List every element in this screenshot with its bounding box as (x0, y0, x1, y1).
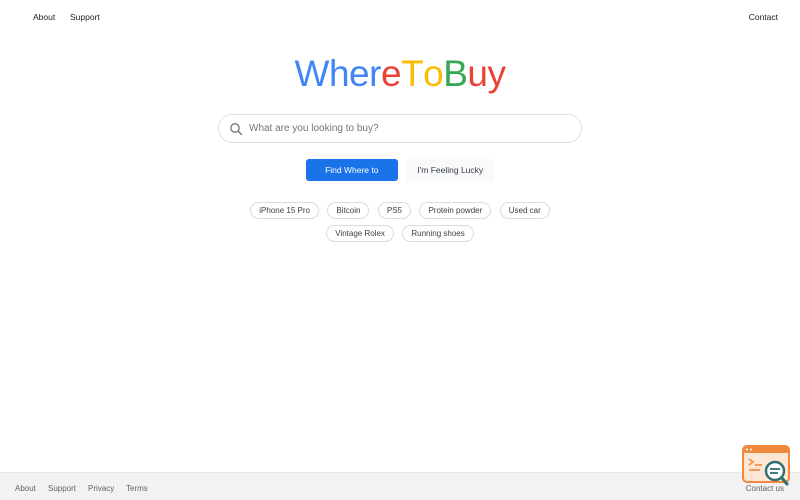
suggestion-chip[interactable]: iPhone 15 Pro (250, 202, 319, 219)
footer-support-link[interactable]: Support (48, 484, 76, 493)
top-nav: About Support Contact (0, 0, 800, 34)
logo-letter: e (380, 53, 402, 94)
logo-letter: r (369, 53, 381, 94)
logo-letter: T (401, 53, 424, 94)
logo-letter: o (423, 53, 444, 94)
search-console-icon[interactable] (742, 445, 790, 487)
nav-contact-link[interactable]: Contact (749, 12, 778, 22)
footer-about-link[interactable]: About (15, 484, 36, 493)
suggestion-chip[interactable]: Bitcoin (327, 202, 370, 219)
site-logo: WhereToBuy (0, 52, 800, 96)
logo-letter: e (349, 53, 370, 94)
logo-letter: y (487, 53, 506, 94)
nav-about-link[interactable]: About (33, 12, 55, 22)
logo-letter: u (467, 53, 488, 94)
nav-support-link[interactable]: Support (70, 12, 100, 22)
suggestion-chip[interactable]: PS5 (377, 202, 411, 219)
page-footer: About Support Privacy Terms Contact us (0, 472, 800, 500)
suggestion-chip[interactable]: Protein powder (419, 202, 492, 219)
logo-letter: h (328, 53, 350, 94)
footer-terms-link[interactable]: Terms (126, 484, 148, 493)
search-icon (230, 123, 243, 136)
suggestion-chip[interactable]: Running shoes (402, 225, 474, 242)
suggestion-chip[interactable]: Used car (499, 202, 550, 219)
search-box[interactable] (218, 114, 582, 143)
logo-letter: W (294, 53, 330, 94)
feeling-lucky-button[interactable]: I'm Feeling Lucky (406, 159, 495, 181)
footer-privacy-link[interactable]: Privacy (88, 484, 114, 493)
logo-letter: B (443, 53, 468, 94)
suggestion-chip[interactable]: Vintage Rolex (326, 225, 394, 242)
action-buttons: Find Where to Buy I'm Feeling Lucky (0, 159, 800, 197)
find-where-to-buy-button[interactable]: Find Where to Buy (305, 159, 398, 197)
suggestion-chips: iPhone 15 Pro Bitcoin PS5 Protein powder… (215, 202, 585, 248)
search-input[interactable] (249, 116, 569, 141)
